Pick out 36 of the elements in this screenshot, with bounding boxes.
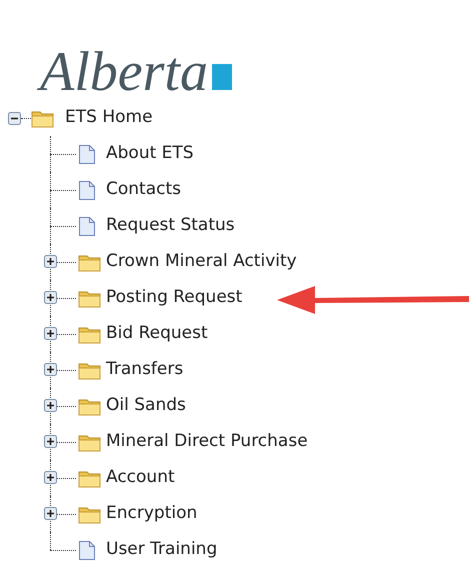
folder-icon: [78, 360, 102, 380]
folder-icon: [78, 504, 102, 524]
logo-square-icon: [212, 64, 232, 90]
tree-item[interactable]: Encryption: [106, 501, 198, 527]
tree-item[interactable]: Bid Request: [106, 321, 208, 347]
folder-icon: [31, 108, 55, 128]
tree-item[interactable]: ETS Home: [65, 105, 153, 131]
collapse-toggle[interactable]: [8, 112, 21, 124]
folder-icon: [78, 252, 102, 272]
expand-toggle[interactable]: [44, 327, 57, 340]
expand-toggle[interactable]: [44, 255, 57, 268]
expand-toggle[interactable]: [44, 363, 57, 376]
tree-item[interactable]: Contacts: [106, 177, 181, 203]
page-icon: [78, 144, 96, 164]
expand-toggle[interactable]: [44, 435, 57, 448]
page-icon: [78, 216, 96, 236]
tree-item[interactable]: Mineral Direct Purchase: [106, 429, 308, 455]
tree-item[interactable]: Transfers: [106, 357, 184, 383]
tree-item[interactable]: User Training: [106, 537, 218, 563]
page-icon: [78, 540, 96, 560]
tree-item[interactable]: Oil Sands: [106, 393, 186, 419]
tree-item[interactable]: Crown Mineral Activity: [106, 249, 297, 275]
expand-toggle[interactable]: [44, 507, 57, 520]
folder-icon: [78, 432, 102, 452]
tree-item[interactable]: Request Status: [106, 213, 235, 239]
folder-icon: [78, 324, 102, 344]
folder-icon: [78, 396, 102, 416]
tree-item[interactable]: About ETS: [106, 141, 194, 167]
folder-icon: [78, 288, 102, 308]
expand-toggle[interactable]: [44, 471, 57, 484]
expand-toggle[interactable]: [44, 291, 57, 304]
expand-toggle[interactable]: [44, 399, 57, 412]
tree-item[interactable]: Account: [106, 465, 175, 491]
folder-icon: [78, 468, 102, 488]
page-icon: [78, 180, 96, 200]
tree-item[interactable]: Posting Request: [106, 285, 242, 311]
